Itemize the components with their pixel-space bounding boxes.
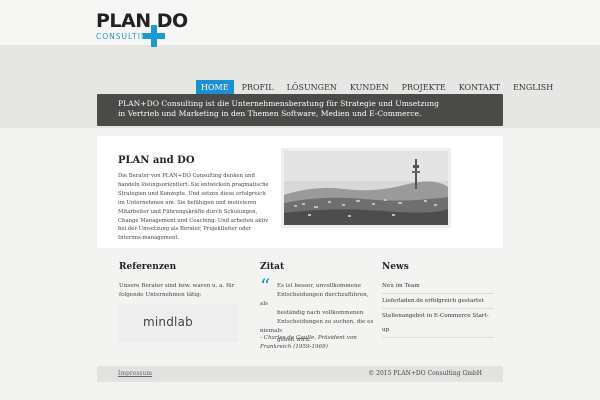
logo[interactable]: PLAN DO CONSULTING [96,10,196,47]
footer: Impressum © 2015 PLAN+DO Consulting GmbH [97,366,503,382]
references-line: folgende Unternehmen tätig: [119,291,202,298]
intro-section: PLAN and DO Die Berater von PLAN+DO Cons… [97,136,503,248]
tagline-line-2: in Vertrieb und Marketing in den Themen … [118,109,422,118]
references-text: Unsere Berater sind bzw. waren u. a. für… [119,282,259,299]
intro-line: Strategien und Konzepte. Und setzen dies… [118,190,266,197]
intro-line: Mitarbeiter und Führungskräfte durch Sch… [118,208,258,215]
quote-line: beständig nach vollkommenen [277,310,364,316]
nav-item-kunden[interactable]: KUNDEN [345,80,394,95]
intro-line: Interims-management. [118,235,180,242]
logo-main-text: PLAN DO [96,10,188,32]
intro-title: PLAN and DO [118,155,195,166]
news-item[interactable]: Lieferladen.de erfolgreich gestartet [382,294,494,309]
intro-line: Die Berater von PLAN+DO Consulting denke… [118,173,255,179]
reference-logo-mindlab[interactable]: mindlab [119,304,239,342]
quote-author-line: Frankreich (1959-1969) [260,344,328,350]
nav-item-kontakt[interactable]: KONTAKT [454,80,505,95]
nav-item-home[interactable]: HOME [196,80,234,95]
news-item[interactable]: Neu im Team [382,279,494,294]
intro-line: im Unternehmen um. Sie befähigen und mot… [118,199,257,206]
nav-item-profil[interactable]: PROFIL [237,80,279,95]
tagline-line-1: PLAN+DO Consulting ist die Unternehmensb… [118,99,439,108]
city-skyline-photo [281,148,451,228]
intro-line: Change Management und Coaching. Und arbe… [118,217,269,224]
header-top [0,0,600,45]
references-line: Unsere Berater sind bzw. waren u. a. für [119,283,235,289]
nav-item-english[interactable]: ENGLISH [508,80,558,95]
quote-title: Zitat [260,262,285,272]
tagline-banner: PLAN+DO Consulting ist die Unternehmensb… [97,94,503,126]
quote-line: Es ist besser, unvollkommene [277,283,361,289]
nav-item-loesungen[interactable]: LÖSUNGEN [282,80,342,95]
news-title: News [382,262,409,272]
news-section: News Neu im Team Lieferladen.de erfolgre… [382,262,494,338]
impressum-link[interactable]: Impressum [118,370,152,377]
main-nav: HOME PROFIL LÖSUNGEN KUNDEN PROJEKTE KON… [196,80,561,95]
quote-section: Zitat “ Es ist besser, unvollkommene Ent… [260,262,380,350]
references-title: Referenzen [119,262,177,272]
quote-line: Entscheidungen durchzuführen, als [260,292,369,307]
news-item[interactable]: Stellenangebot in E-Commerce Start-up [382,309,494,338]
copyright-text: © 2015 PLAN+DO Consulting GmbH [368,370,482,377]
mindlab-logo-text: mindlab [143,315,193,329]
intro-text: Die Berater von PLAN+DO Consulting denke… [118,172,278,243]
logo-sub-text: CONSULTING [96,32,155,41]
intro-line: bei der Umsetzung als Berater, Projektle… [118,226,252,233]
quote-author: - Charles de Gaulle, Präsident von Frank… [260,334,376,352]
references-section: Referenzen Unsere Berater sind bzw. ware… [119,262,244,299]
nav-item-projekte[interactable]: PROJEKTE [397,80,451,95]
intro-line: handeln lösungsorientiert. Sie entwickel… [118,181,269,188]
quote-author-line: - Charles de Gaulle, Präsident von [260,335,357,341]
